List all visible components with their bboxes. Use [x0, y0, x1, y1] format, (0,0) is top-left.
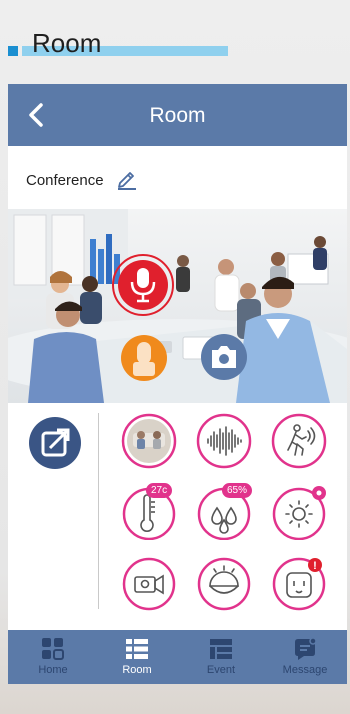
bottom-tab-bar: Home Room Event Message — [8, 630, 347, 684]
page-title: Room — [32, 28, 102, 58]
temperature-badge: 27c — [146, 483, 173, 498]
room-list-icon — [126, 639, 148, 659]
brightness-button[interactable] — [271, 484, 327, 540]
page-heading: Room — [8, 24, 228, 64]
snapshot-thumbnail-button[interactable] — [121, 413, 177, 469]
night-light-button[interactable] — [196, 556, 252, 612]
navbar: Room — [8, 84, 347, 146]
phone-screen: Room Conference 27c 65% ! Home Room Even… — [8, 84, 347, 684]
motion-sensor-button[interactable] — [271, 413, 327, 469]
snapshot-thumbnail-icon — [127, 419, 171, 463]
controls-divider — [98, 413, 99, 609]
room-name-row: Conference — [8, 146, 347, 210]
live-video-view[interactable] — [8, 209, 347, 403]
message-icon — [295, 637, 317, 660]
sound-detect-button[interactable] — [196, 413, 252, 469]
tab-event[interactable]: Event — [179, 630, 263, 684]
share-button[interactable] — [28, 416, 82, 470]
tab-room[interactable]: Room — [95, 630, 179, 684]
camera-snapshot-button[interactable] — [200, 333, 248, 381]
push-to-talk-button[interactable] — [120, 334, 168, 382]
event-list-icon — [210, 639, 232, 659]
tab-message[interactable]: Message — [263, 630, 347, 684]
pencil-icon[interactable] — [116, 168, 138, 190]
navbar-title: Room — [149, 104, 206, 127]
tab-room-label: Room — [122, 664, 152, 676]
device-controls: 27c 65% ! — [8, 403, 347, 629]
heading-dot — [8, 46, 18, 56]
smart-plug-button[interactable]: ! — [271, 556, 327, 612]
tab-home-label: Home — [38, 664, 68, 676]
smart-plug-alert: ! — [313, 560, 317, 572]
room-name: Conference — [26, 172, 104, 189]
home-grid-icon — [42, 638, 64, 660]
video-record-button[interactable] — [121, 556, 177, 612]
humidity-badge: 65% — [222, 483, 253, 498]
tab-home[interactable]: Home — [11, 630, 95, 684]
microphone-button[interactable] — [112, 254, 174, 316]
tab-message-label: Message — [282, 664, 328, 676]
tab-event-label: Event — [206, 664, 236, 676]
